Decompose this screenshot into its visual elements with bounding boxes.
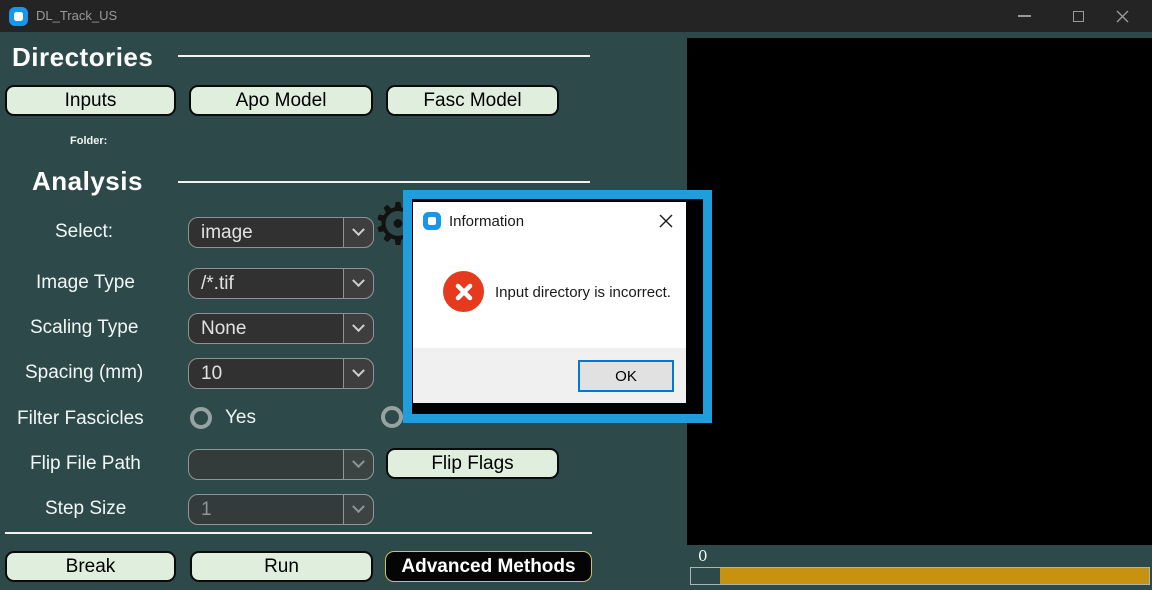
filter-no-radio[interactable]	[381, 406, 403, 428]
window-title: DL_Track_US	[36, 8, 117, 23]
close-icon	[1116, 10, 1129, 23]
close-window-button[interactable]	[1100, 0, 1144, 32]
filter-yes-radio[interactable]	[190, 407, 212, 429]
dialog-app-icon	[423, 212, 441, 230]
scaling-type-dropdown[interactable]: None	[188, 313, 374, 344]
scaling-type-dropdown-value: None	[201, 318, 246, 340]
dialog-message: Input directory is incorrect.	[495, 284, 671, 301]
image-type-dropdown-cap[interactable]	[343, 268, 374, 299]
scaling-type-dropdown-cap[interactable]	[343, 313, 374, 344]
directories-heading: Directories	[12, 42, 153, 73]
step-size-dropdown-cap[interactable]	[343, 494, 374, 525]
progress-bar-trough	[720, 568, 1149, 584]
app-window: DL_Track_US Directories Inputs Apo Model…	[0, 0, 1152, 590]
step-size-dropdown[interactable]: 1	[188, 494, 374, 525]
analysis-divider	[178, 181, 590, 183]
flip-flags-button[interactable]: Flip Flags	[386, 448, 559, 479]
advanced-methods-button[interactable]: Advanced Methods	[385, 551, 592, 582]
titlebar: DL_Track_US	[0, 0, 1152, 32]
select-label: Select:	[55, 221, 113, 243]
analysis-heading: Analysis	[32, 166, 143, 197]
actions-divider	[5, 532, 592, 534]
step-size-label: Step Size	[45, 498, 126, 520]
minimize-icon	[1018, 15, 1031, 17]
progress-bar	[690, 567, 1150, 585]
close-icon	[659, 214, 673, 228]
scaling-type-label: Scaling Type	[30, 317, 138, 339]
error-icon	[443, 271, 484, 312]
chevron-down-icon	[352, 364, 365, 377]
run-button[interactable]: Run	[190, 551, 373, 582]
fasc-model-button[interactable]: Fasc Model	[386, 85, 559, 116]
maximize-button[interactable]	[1056, 0, 1100, 32]
dialog-footer: OK	[413, 348, 686, 403]
spacing-dropdown-value: 10	[201, 363, 222, 385]
dialog-title: Information	[449, 213, 524, 230]
select-dropdown-cap[interactable]	[343, 217, 374, 248]
chevron-down-icon	[352, 319, 365, 332]
progress-value-label: 0	[698, 547, 708, 565]
image-type-dropdown[interactable]: /*.tif	[188, 268, 374, 299]
image-type-label: Image Type	[36, 272, 135, 294]
apo-model-button[interactable]: Apo Model	[189, 85, 373, 116]
spacing-dropdown[interactable]: 10	[188, 358, 374, 389]
information-dialog: Information Input directory is incorrect…	[413, 202, 686, 403]
chevron-down-icon	[352, 455, 365, 468]
select-dropdown[interactable]: image	[188, 217, 374, 248]
ultrasound-image-canvas	[687, 38, 1152, 545]
minimize-button[interactable]	[1002, 0, 1046, 32]
dialog-close-button[interactable]	[656, 211, 676, 231]
inputs-button[interactable]: Inputs	[5, 85, 176, 116]
maximize-icon	[1073, 11, 1084, 22]
filter-yes-label[interactable]: Yes	[225, 407, 256, 429]
spacing-label: Spacing (mm)	[25, 362, 143, 384]
error-cross-icon	[454, 282, 474, 302]
flip-file-path-dropdown[interactable]	[188, 449, 374, 480]
ok-button[interactable]: OK	[578, 360, 674, 392]
select-dropdown-value: image	[201, 222, 253, 244]
flip-file-path-dropdown-cap[interactable]	[343, 449, 374, 480]
filter-fascicles-label: Filter Fascicles	[17, 408, 144, 430]
flip-file-path-label: Flip File Path	[30, 453, 141, 475]
progress-bar-indicator	[691, 568, 720, 584]
directories-divider	[178, 55, 590, 57]
spacing-dropdown-cap[interactable]	[343, 358, 374, 389]
chevron-down-icon	[352, 223, 365, 236]
image-type-dropdown-value: /*.tif	[201, 273, 234, 295]
folder-label: Folder:	[70, 135, 107, 147]
chevron-down-icon	[352, 274, 365, 287]
break-button[interactable]: Break	[5, 551, 176, 582]
chevron-down-icon	[352, 500, 365, 513]
dialog-app-icon-hole	[428, 217, 436, 225]
app-logo-icon-hole	[14, 12, 23, 21]
step-size-dropdown-value: 1	[201, 499, 212, 521]
app-logo-icon	[9, 7, 28, 26]
